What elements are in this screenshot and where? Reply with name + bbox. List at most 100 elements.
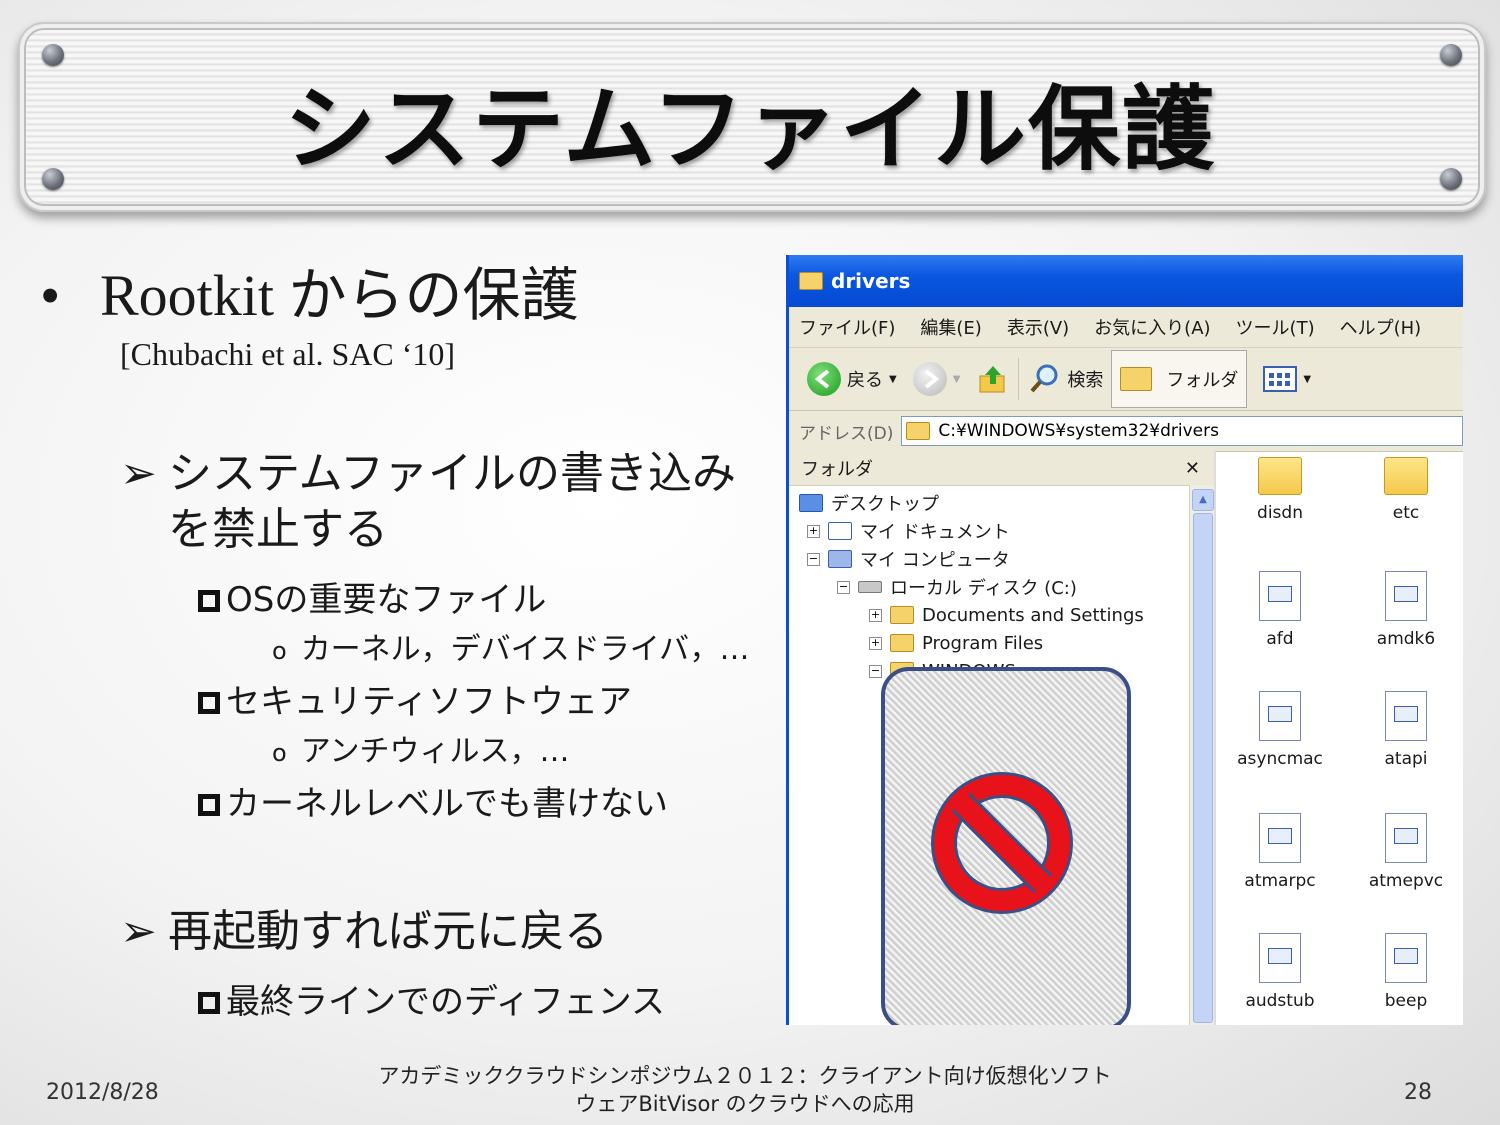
computer-icon [828,550,852,568]
dropdown-icon[interactable]: ▼ [889,374,897,385]
menu-edit[interactable]: 編集(E) [920,314,981,340]
file-item-etc[interactable]: etc [1346,457,1463,523]
expand-icon[interactable]: + [869,608,882,622]
file-label: atmarpc [1244,871,1316,891]
system-file-icon [1385,571,1427,621]
file-item-atmepvc[interactable]: atmepvc [1346,813,1463,891]
page-number: 28 [1404,1080,1432,1105]
file-item-afd[interactable]: afd [1220,571,1340,649]
folder-icon [799,272,823,290]
item-security-software: セキュリティソフトウェア [198,674,632,723]
tree-label: デスクトップ [831,494,939,515]
up-folder-button[interactable] [968,358,1018,400]
file-label: amdk6 [1376,629,1436,649]
tree-item-desktop[interactable]: デスクトップ [799,490,939,516]
item-text: カーネルレベルでも書けない [226,784,668,824]
item-os-files: OSの重要なファイル [198,572,546,621]
square-bullet-icon [198,692,220,714]
item-text: OSの重要なファイル [226,580,547,620]
file-item-beep[interactable]: beep [1346,933,1463,1011]
sub-bullet-line2: を禁止する [168,504,388,555]
sub-bullet-reboot: ➢ 再起動すれば元に戻る [120,904,608,960]
square-bullet-icon [198,794,220,816]
tree-item-local-disk[interactable]: − ローカル ディスク (C:) [837,574,1077,600]
folders-label: フォルダ [1166,370,1239,391]
bullet-rootkit-text: Rootkit からの保護 [100,263,579,328]
scroll-up-icon[interactable]: ▲ [1192,489,1214,511]
back-arrow-icon [807,362,841,396]
dropdown-icon[interactable]: ▼ [1303,374,1311,385]
address-label: アドレス(D) [799,423,894,444]
prohibition-icon [931,772,1073,914]
slide-title: システムファイル保護 [284,76,1216,183]
menu-help[interactable]: ヘルプ(H) [1340,314,1422,340]
menu-file[interactable]: ファイル(F) [799,314,895,340]
tree-label: ローカル ディスク (C:) [890,578,1077,599]
item-text: セキュリティソフトウェア [226,682,632,722]
explorer-window: drivers ファイル(F) 編集(E) 表示(V) お気に入り(A) ツール… [786,255,1463,1025]
footer-title-line2: ウェアBitVisor のクラウドへの応用 [575,1092,915,1116]
file-label: beep [1384,991,1428,1011]
back-label: 戻る [847,370,883,391]
address-input[interactable]: C:¥WINDOWS¥system32¥drivers [901,416,1463,446]
tree-label: Documents and Settings [922,604,1144,626]
square-bullet-icon [198,992,220,1014]
system-file-icon [1259,813,1301,863]
item-last-line: 最終ラインでのディフェンス [198,974,665,1023]
file-item-atmarpc[interactable]: atmarpc [1220,813,1340,891]
bullet-rootkit: • Rootkit からの保護 [40,248,579,332]
file-item-disdn[interactable]: disdn [1220,457,1340,523]
scrollbar-thumb[interactable] [1193,513,1213,1023]
file-label: atapi [1384,749,1428,769]
file-label: atmepvc [1368,871,1444,891]
item-antivirus: o アンチウィルス，… [272,726,570,770]
tree-item-my-computer[interactable]: − マイ コンピュータ [807,546,1010,572]
tree-item-program-files[interactable]: + Program Files [869,630,1043,656]
file-label: asyncmac [1237,749,1323,769]
forward-button[interactable]: ▼ [905,358,969,400]
menu-tools[interactable]: ツール(T) [1236,314,1315,340]
search-button[interactable]: 検索 [1018,358,1111,400]
item-kernel-level: カーネルレベルでも書けない [198,776,668,825]
forward-arrow-icon [912,362,947,396]
system-file-icon [1259,933,1301,983]
sub-bullet-reboot-text: 再起動すれば元に戻る [168,906,608,957]
file-item-audstub[interactable]: audstub [1220,933,1340,1011]
system-file-icon [1259,571,1301,621]
folders-pane-title: フォルダ [801,459,873,480]
file-item-amdk6[interactable]: amdk6 [1346,571,1463,649]
disk-icon [858,581,882,593]
circle-bullet: o [272,637,287,665]
blocked-area [881,667,1131,1025]
tree-item-documents-settings[interactable]: + Documents and Settings [869,602,1144,628]
footer-date: 2012/8/28 [46,1080,159,1105]
tree-item-my-documents[interactable]: + マイ ドキュメント [807,518,1010,544]
dropdown-icon[interactable]: ▼ [953,374,961,385]
search-icon [1030,364,1058,393]
folders-button[interactable]: フォルダ [1111,350,1248,408]
view-button[interactable]: ▼ [1255,362,1319,396]
folders-pane-header: フォルダ ✕ [789,451,1214,486]
window-titlebar[interactable]: drivers [789,255,1463,307]
collapse-icon[interactable]: − [807,552,820,566]
window-title: drivers [831,269,911,293]
expand-icon[interactable]: + [807,524,820,538]
folder-icon [1258,457,1302,495]
system-file-icon [1385,933,1427,983]
file-view: disdn etc afd amdk6 asyncmac atapi atmar… [1216,451,1463,1025]
documents-icon [828,522,852,540]
file-item-asyncmac[interactable]: asyncmac [1220,691,1340,769]
menu-favorites[interactable]: お気に入り(A) [1094,314,1210,340]
file-item-atapi[interactable]: atapi [1346,691,1463,769]
close-icon[interactable]: ✕ [1185,458,1200,479]
up-folder-icon [979,366,1005,393]
menu-view[interactable]: 表示(V) [1007,314,1069,340]
expand-icon[interactable]: + [869,636,882,650]
tree-label: マイ コンピュータ [860,550,1010,571]
search-label: 検索 [1067,370,1104,391]
collapse-icon[interactable]: − [837,580,850,594]
back-button[interactable]: 戻る ▼ [799,358,905,400]
folders-pane: フォルダ ✕ デスクトップ + マイ ドキュメント − マイ コンピュータ − ローカ… [789,451,1216,1025]
arrow-marker: ➢ [120,906,157,957]
tree-scrollbar[interactable]: ▲ [1189,485,1214,1025]
